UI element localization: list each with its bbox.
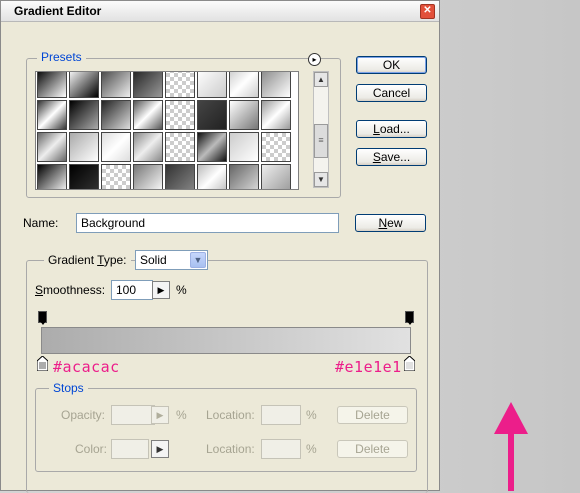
preset-swatch[interactable] <box>133 132 163 162</box>
title-bar: Gradient Editor ✕ <box>1 1 439 22</box>
opacity-location-input[interactable] <box>261 405 301 425</box>
stops-legend: Stops <box>49 381 88 395</box>
gradient-editor-dialog: Gradient Editor ✕ Presets ▸ ▲ ≡ ▼ OK Can… <box>0 0 440 493</box>
preset-swatch[interactable] <box>37 72 67 98</box>
preset-swatch[interactable] <box>101 164 131 189</box>
gradient-type-label: Gradient Type: <box>44 253 131 267</box>
color-label: Color: <box>75 442 108 456</box>
new-button[interactable]: New <box>355 214 426 232</box>
color-stepper-icon[interactable]: ▶ <box>151 440 169 458</box>
name-input[interactable]: Background <box>76 213 339 233</box>
opacity-delete-button[interactable]: Delete <box>337 406 408 424</box>
preset-swatch[interactable] <box>69 164 99 189</box>
preset-swatch[interactable] <box>69 132 99 162</box>
preset-swatch[interactable] <box>69 100 99 130</box>
opacity-location-label: Location: <box>206 408 255 422</box>
save-button[interactable]: Save... <box>356 148 427 166</box>
color-location-percent: % <box>306 442 317 456</box>
close-icon[interactable]: ✕ <box>420 4 435 19</box>
gradient-preview-bar[interactable] <box>41 327 411 354</box>
name-label: Name: <box>23 216 59 230</box>
preset-swatch[interactable] <box>133 100 163 130</box>
preset-swatch[interactable] <box>37 132 67 162</box>
stops-group <box>35 388 417 472</box>
preset-swatch[interactable] <box>197 72 227 98</box>
preset-swatch[interactable] <box>101 100 131 130</box>
preset-swatch[interactable] <box>261 164 291 189</box>
opacity-stepper-icon[interactable]: ▶ <box>151 406 169 424</box>
preset-swatch[interactable] <box>197 164 227 189</box>
opacity-location-percent: % <box>306 408 317 422</box>
opacity-label: Opacity: <box>61 408 106 422</box>
opacity-percent: % <box>176 408 187 422</box>
smoothness-percent: % <box>176 283 187 297</box>
ok-button[interactable]: OK <box>356 56 427 74</box>
preset-swatch[interactable] <box>197 100 227 130</box>
scroll-down-icon[interactable]: ▼ <box>314 172 328 187</box>
opacity-stop-right[interactable] <box>405 311 414 325</box>
preset-swatch[interactable] <box>261 72 291 98</box>
gradient-type-value: Solid <box>140 253 167 267</box>
presets-menu-icon[interactable]: ▸ <box>308 53 321 66</box>
preset-swatch[interactable] <box>101 72 131 98</box>
preset-swatch[interactable] <box>229 164 259 189</box>
preset-swatch[interactable] <box>133 164 163 189</box>
preset-swatch[interactable] <box>165 100 195 130</box>
swatch-grid <box>37 72 291 189</box>
preset-swatch[interactable] <box>165 164 195 189</box>
start-color-hex: #acacac <box>53 358 120 376</box>
preset-swatch[interactable] <box>261 100 291 130</box>
color-stop-right[interactable] <box>404 356 415 371</box>
preset-swatch[interactable] <box>133 72 163 98</box>
preset-swatch[interactable] <box>229 72 259 98</box>
scroll-up-icon[interactable]: ▲ <box>314 72 328 87</box>
cancel-button[interactable]: Cancel <box>356 84 427 102</box>
chevron-down-icon[interactable]: ▼ <box>190 252 206 268</box>
preset-swatches <box>35 71 299 190</box>
preset-swatch[interactable] <box>165 72 195 98</box>
preset-swatch[interactable] <box>69 72 99 98</box>
annotation-arrow-shaft <box>508 428 514 491</box>
presets-scrollbar[interactable]: ▲ ≡ ▼ <box>313 71 329 188</box>
preset-swatch[interactable] <box>197 132 227 162</box>
smoothness-slider-arrow-icon[interactable]: ▶ <box>152 281 170 299</box>
preset-swatch[interactable] <box>165 132 195 162</box>
load-button[interactable]: Load... <box>356 120 427 138</box>
preset-swatch[interactable] <box>37 164 67 189</box>
preset-swatch[interactable] <box>37 100 67 130</box>
preset-swatch[interactable] <box>229 100 259 130</box>
smoothness-label: Smoothness: <box>35 283 106 297</box>
opacity-stop-left[interactable] <box>38 311 47 325</box>
color-stop-left[interactable] <box>37 356 48 371</box>
smoothness-input[interactable]: 100 <box>111 280 153 300</box>
color-location-input[interactable] <box>261 439 301 459</box>
color-location-label: Location: <box>206 442 255 456</box>
gradient-type-select[interactable]: Solid ▼ <box>135 250 208 270</box>
presets-legend: Presets <box>37 50 86 64</box>
color-swatch-input[interactable] <box>111 439 149 459</box>
color-delete-button[interactable]: Delete <box>337 440 408 458</box>
preset-swatch[interactable] <box>229 132 259 162</box>
preset-swatch[interactable] <box>101 132 131 162</box>
preset-swatch[interactable] <box>261 132 291 162</box>
scroll-thumb-grip: ≡ <box>318 135 324 145</box>
end-color-hex: #e1e1e1 <box>335 358 402 376</box>
window-title: Gradient Editor <box>14 4 102 18</box>
scroll-thumb[interactable]: ≡ <box>314 124 328 158</box>
opacity-input[interactable] <box>111 405 155 425</box>
